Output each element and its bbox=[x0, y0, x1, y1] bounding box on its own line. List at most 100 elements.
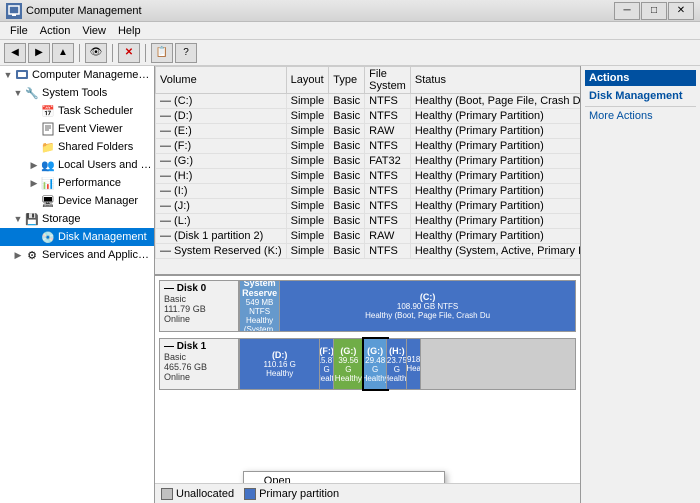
tree-performance[interactable]: ▶ 📊 Performance bbox=[0, 174, 154, 192]
tree-disk-management[interactable]: ▶ 💿 Disk Management bbox=[0, 228, 154, 246]
table-row[interactable]: — (C:)SimpleBasicNTFSHealthy (Boot, Page… bbox=[156, 94, 581, 109]
tree-label-perf: Performance bbox=[58, 177, 121, 189]
cell-fs-5: NTFS bbox=[365, 169, 411, 184]
disk1-part-g2[interactable]: (G:) 29.48 G Healthy bbox=[364, 339, 387, 389]
col-status[interactable]: Status bbox=[410, 67, 580, 94]
table-row[interactable]: — System Reserved (K:)SimpleBasicNTFSHea… bbox=[156, 244, 581, 259]
cell-layout-5: Simple bbox=[286, 169, 329, 184]
minimize-button[interactable]: ─ bbox=[614, 2, 640, 20]
tree-expand-device[interactable]: ▶ bbox=[28, 195, 40, 207]
tree-event-viewer[interactable]: ▶ Event Viewer bbox=[0, 120, 154, 138]
tree-shared-folders[interactable]: ▶ 📁 Shared Folders bbox=[0, 138, 154, 156]
cell-status-0: Healthy (Boot, Page File, Crash Dump, Pr… bbox=[410, 94, 580, 109]
tree-local-users[interactable]: ▶ 👥 Local Users and Groups bbox=[0, 156, 154, 174]
menu-help[interactable]: Help bbox=[112, 24, 147, 38]
title-bar: Computer Management ─ □ ✕ bbox=[0, 0, 700, 22]
tree-expand-shared[interactable]: ▶ bbox=[28, 141, 40, 153]
menu-file[interactable]: File bbox=[4, 24, 34, 38]
col-volume[interactable]: Volume bbox=[156, 67, 287, 94]
tree-services[interactable]: ▶ ⚙ Services and Applications bbox=[0, 246, 154, 264]
cell-volume-4: — (G:) bbox=[156, 154, 287, 169]
tree-expand-root[interactable]: ▼ bbox=[2, 69, 14, 81]
disk-list-scroll[interactable]: Volume Layout Type File System Status — … bbox=[155, 66, 580, 274]
tree-device-manager[interactable]: ▶ 🖥 Device Manager bbox=[0, 192, 154, 210]
col-type[interactable]: Type bbox=[329, 67, 365, 94]
cell-volume-1: — (D:) bbox=[156, 109, 287, 124]
help-button[interactable]: ? bbox=[175, 43, 197, 63]
tree-expand-system[interactable]: ▼ bbox=[12, 87, 24, 99]
tree-icon-users: 👥 bbox=[40, 157, 56, 173]
context-menu: Open Explore Extend Volume... Shrink Vol… bbox=[243, 471, 445, 483]
tree-expand-storage[interactable]: ▼ bbox=[12, 213, 24, 225]
delete-button[interactable]: ✕ bbox=[118, 43, 140, 63]
table-row[interactable]: — (I:)SimpleBasicNTFSHealthy (Primary Pa… bbox=[156, 184, 581, 199]
cell-type-4: Basic bbox=[329, 154, 365, 169]
actions-section: Disk Management bbox=[585, 88, 696, 104]
left-tree-pane: ▼ Computer Management (Local ▼ 🔧 System … bbox=[0, 66, 155, 503]
actions-more[interactable]: More Actions bbox=[585, 109, 696, 123]
table-row[interactable]: — (D:)SimpleBasicNTFSHealthy (Primary Pa… bbox=[156, 109, 581, 124]
cell-type-5: Basic bbox=[329, 169, 365, 184]
disk0-row: — Disk 0 Basic 111.79 GB Online System R… bbox=[159, 280, 576, 332]
cell-volume-6: — (I:) bbox=[156, 184, 287, 199]
tree-expand-perf[interactable]: ▶ bbox=[28, 177, 40, 189]
main-area: ▼ Computer Management (Local ▼ 🔧 System … bbox=[0, 66, 700, 503]
tree-icon-root bbox=[14, 67, 30, 83]
disk1-part-g[interactable]: (G:) 39.56 G Healthy bbox=[334, 339, 364, 389]
menu-action[interactable]: Action bbox=[34, 24, 77, 38]
tree-expand-svc[interactable]: ▶ bbox=[12, 249, 24, 261]
close-button[interactable]: ✕ bbox=[668, 2, 694, 20]
forward-button[interactable]: ▶ bbox=[28, 43, 50, 63]
window-controls[interactable]: ─ □ ✕ bbox=[614, 2, 694, 20]
prop-button[interactable]: 📋 bbox=[151, 43, 173, 63]
table-row[interactable]: — (E:)SimpleBasicRAWHealthy (Primary Par… bbox=[156, 124, 581, 139]
tree-label-svc: Services and Applications bbox=[42, 249, 154, 261]
menu-bar: File Action View Help bbox=[0, 22, 700, 40]
legend-unalloc: Unallocated bbox=[161, 488, 234, 500]
table-row[interactable]: — (F:)SimpleBasicNTFSHealthy (Primary Pa… bbox=[156, 139, 581, 154]
disk-map-area: — Disk 0 Basic 111.79 GB Online System R… bbox=[155, 276, 580, 483]
tree-expand-event[interactable]: ▶ bbox=[28, 123, 40, 135]
disk1-part-f[interactable]: (F:) 15.87 G Health bbox=[320, 339, 333, 389]
cell-status-3: Healthy (Primary Partition) bbox=[410, 139, 580, 154]
menu-view[interactable]: View bbox=[76, 24, 112, 38]
disk1-unalloc[interactable] bbox=[421, 339, 575, 389]
back-button[interactable]: ◀ bbox=[4, 43, 26, 63]
disk0-part-c[interactable]: (C:) 108.90 GB NTFS Healthy (Boot, Page … bbox=[280, 281, 575, 331]
table-row[interactable]: — (L:)SimpleBasicNTFSHealthy (Primary Pa… bbox=[156, 214, 581, 229]
cell-layout-8: Simple bbox=[286, 214, 329, 229]
col-layout[interactable]: Layout bbox=[286, 67, 329, 94]
cell-status-5: Healthy (Primary Partition) bbox=[410, 169, 580, 184]
tree-label-device: Device Manager bbox=[58, 195, 138, 207]
col-fs[interactable]: File System bbox=[365, 67, 411, 94]
tree-expand-task[interactable]: ▶ bbox=[28, 105, 40, 117]
tree-icon-system: 🔧 bbox=[24, 85, 40, 101]
disk-table: Volume Layout Type File System Status — … bbox=[155, 66, 580, 259]
disk1-part-last[interactable]: 918 Hea bbox=[407, 339, 420, 389]
cell-status-2: Healthy (Primary Partition) bbox=[410, 124, 580, 139]
cell-status-7: Healthy (Primary Partition) bbox=[410, 199, 580, 214]
up-button[interactable]: ▲ bbox=[52, 43, 74, 63]
disk1-status: Online bbox=[164, 372, 234, 382]
tree-label-storage: Storage bbox=[42, 213, 81, 225]
tree-task-scheduler[interactable]: ▶ 📅 Task Scheduler bbox=[0, 102, 154, 120]
tree-expand-users[interactable]: ▶ bbox=[28, 159, 40, 171]
cell-type-7: Basic bbox=[329, 199, 365, 214]
ctx-open[interactable]: Open bbox=[244, 472, 444, 483]
table-row[interactable]: — (H:)SimpleBasicNTFSHealthy (Primary Pa… bbox=[156, 169, 581, 184]
tree-root[interactable]: ▼ Computer Management (Local bbox=[0, 66, 154, 84]
tree-storage[interactable]: ▼ 💾 Storage bbox=[0, 210, 154, 228]
toolbar-sep-1 bbox=[79, 44, 80, 62]
table-row[interactable]: — (J:)SimpleBasicNTFSHealthy (Primary Pa… bbox=[156, 199, 581, 214]
tree-system-tools[interactable]: ▼ 🔧 System Tools bbox=[0, 84, 154, 102]
disk0-status: Online bbox=[164, 314, 234, 324]
cell-status-4: Healthy (Primary Partition) bbox=[410, 154, 580, 169]
show-hide-button[interactable]: 👁 bbox=[85, 43, 107, 63]
disk0-part-sysres[interactable]: System Reserve 549 MB NTFS Healthy (Syst… bbox=[240, 281, 280, 331]
maximize-button[interactable]: □ bbox=[641, 2, 667, 20]
table-row[interactable]: — (Disk 1 partition 2)SimpleBasicRAWHeal… bbox=[156, 229, 581, 244]
disk1-part-d[interactable]: (D:) 110.16 G Healthy bbox=[240, 339, 320, 389]
right-content: Volume Layout Type File System Status — … bbox=[155, 66, 700, 503]
disk1-part-h[interactable]: (H:) 23.75 G Healthy bbox=[387, 339, 407, 389]
table-row[interactable]: — (G:)SimpleBasicFAT32Healthy (Primary P… bbox=[156, 154, 581, 169]
